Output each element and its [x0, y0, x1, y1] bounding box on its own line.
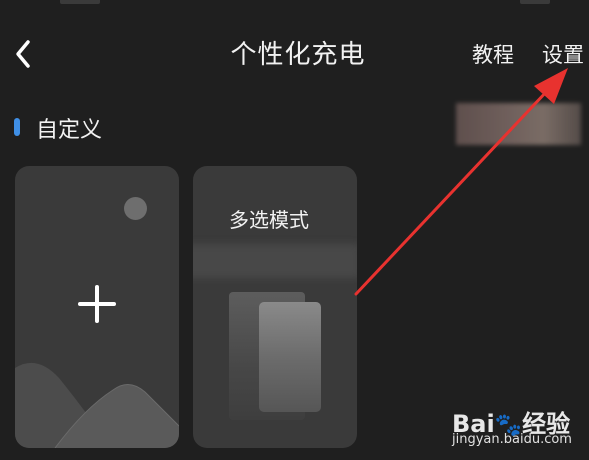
baidu-jingyan-watermark: Bai🐾经验 jingyan.baidu.com	[450, 404, 585, 456]
annotation-arrow	[354, 68, 568, 296]
watermark-url: jingyan.baidu.com	[452, 432, 572, 447]
